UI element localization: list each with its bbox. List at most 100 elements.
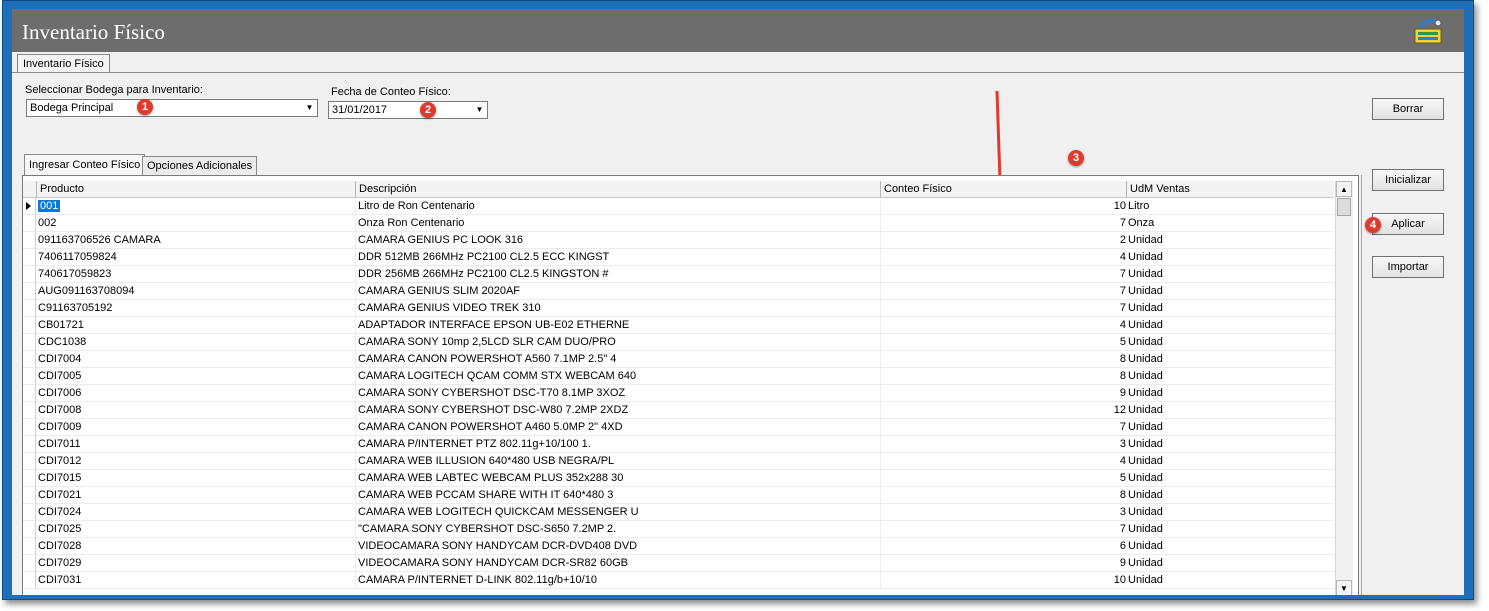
cell-producto[interactable]: CDI7006 — [36, 385, 354, 401]
table-row[interactable]: CDI7005 CAMARA LOGITECH QCAM COMM STX WEB… — [23, 368, 1334, 385]
column-header-conteo[interactable]: Conteo Físico — [880, 181, 1126, 197]
cell-udm[interactable]: Unidad — [1126, 334, 1328, 350]
cell-conteo[interactable]: 5 — [880, 334, 1130, 350]
chevron-down-icon[interactable]: ▼ — [302, 100, 317, 116]
cell-conteo[interactable]: 3 — [880, 436, 1130, 452]
row-indicator[interactable] — [23, 317, 36, 334]
cell-udm[interactable]: Unidad — [1126, 249, 1328, 265]
row-indicator[interactable] — [23, 487, 36, 504]
cell-conteo[interactable]: 9 — [880, 555, 1130, 571]
row-indicator[interactable] — [23, 368, 36, 385]
table-row[interactable]: CDI7031 CAMARA P/INTERNET D-LINK 802.11g/… — [23, 572, 1334, 589]
cell-producto[interactable]: CDI7029 — [36, 555, 354, 571]
table-row[interactable]: CDC1038 CAMARA SONY 10mp 2,5LCD SLR CAM D… — [23, 334, 1334, 351]
cell-conteo[interactable]: 5 — [880, 470, 1130, 486]
cell-descripcion[interactable]: CAMARA WEB LOGITECH QUICKCAM MESSENGER U — [355, 504, 878, 520]
row-indicator[interactable] — [23, 232, 36, 249]
cell-producto[interactable]: 002 — [36, 215, 354, 231]
cell-descripcion[interactable]: DDR 512MB 266MHz PC2100 CL2.5 ECC KINGST — [355, 249, 878, 265]
cell-conteo[interactable]: 8 — [880, 487, 1130, 503]
cell-producto[interactable]: CDI7028 — [36, 538, 354, 554]
cell-producto[interactable]: 740617059823 — [36, 266, 354, 282]
cell-descripcion[interactable]: CAMARA WEB ILLUSION 640*480 USB NEGRA/PL — [355, 453, 878, 469]
cell-descripcion[interactable]: Litro de Ron Centenario — [355, 198, 878, 214]
row-indicator[interactable] — [23, 521, 36, 538]
chevron-down-icon[interactable]: ▼ — [472, 102, 487, 118]
cell-producto[interactable]: CDI7011 — [36, 436, 354, 452]
cell-producto[interactable]: CDI7004 — [36, 351, 354, 367]
cell-descripcion[interactable]: CAMARA WEB LABTEC WEBCAM PLUS 352x288 30 — [355, 470, 878, 486]
row-indicator[interactable] — [23, 351, 36, 368]
column-header-producto[interactable]: Producto — [36, 181, 355, 197]
cell-descripcion[interactable]: DDR 256MB 266MHz PC2100 CL2.5 KINGSTON # — [355, 266, 878, 282]
table-row[interactable]: CDI7025 "CAMARA SONY CYBERSHOT DSC-S650 7… — [23, 521, 1334, 538]
column-header-descripcion[interactable]: Descripción — [355, 181, 880, 197]
table-row[interactable]: 091163706526 CAMARA CAMARA GENIUS PC LOOK… — [23, 232, 1334, 249]
row-indicator[interactable] — [23, 470, 36, 487]
table-row[interactable]: CDI7029 VIDEOCAMARA SONY HANDYCAM DCR-SR8… — [23, 555, 1334, 572]
cell-udm[interactable]: Unidad — [1126, 453, 1328, 469]
row-indicator[interactable] — [23, 300, 36, 317]
row-indicator[interactable] — [23, 402, 36, 419]
row-indicator[interactable] — [23, 385, 36, 402]
cell-descripcion[interactable]: VIDEOCAMARA SONY HANDYCAM DCR-DVD408 DVD — [355, 538, 878, 554]
cell-producto[interactable]: 7406117059824 — [36, 249, 354, 265]
scroll-thumb[interactable] — [1337, 198, 1351, 216]
aplicar-button[interactable]: Aplicar — [1372, 213, 1444, 235]
cell-udm[interactable]: Unidad — [1126, 521, 1328, 537]
cell-producto[interactable]: CDI7025 — [36, 521, 354, 537]
cell-producto[interactable]: CDI7015 — [36, 470, 354, 486]
cell-descripcion[interactable]: "CAMARA SONY CYBERSHOT DSC-S650 7.2MP 2. — [355, 521, 878, 537]
cell-producto[interactable]: CDI7009 — [36, 419, 354, 435]
row-indicator[interactable] — [23, 283, 36, 300]
cell-udm[interactable]: Unidad — [1126, 538, 1328, 554]
cell-conteo[interactable]: 9 — [880, 385, 1130, 401]
table-row[interactable]: CDI7009 CAMARA CANON POWERSHOT A460 5.0MP… — [23, 419, 1334, 436]
table-row[interactable]: CDI7011 CAMARA P/INTERNET PTZ 802.11g+10/… — [23, 436, 1334, 453]
cell-udm[interactable]: Unidad — [1126, 385, 1328, 401]
cell-descripcion[interactable]: CAMARA SONY CYBERSHOT DSC-T70 8.1MP 3XOZ — [355, 385, 878, 401]
cell-udm[interactable]: Unidad — [1126, 436, 1328, 452]
table-row[interactable]: AUG091163708094 CAMARA GENIUS SLIM 2020AF… — [23, 283, 1334, 300]
cell-conteo[interactable]: 7 — [880, 283, 1130, 299]
row-indicator[interactable] — [23, 198, 36, 215]
cell-producto[interactable]: CDI7021 — [36, 487, 354, 503]
row-indicator[interactable] — [23, 436, 36, 453]
cell-udm[interactable]: Unidad — [1126, 300, 1328, 316]
cell-udm[interactable]: Unidad — [1126, 368, 1328, 384]
inicializar-button[interactable]: Inicializar — [1372, 169, 1444, 191]
tab-opciones-adicionales[interactable]: Opciones Adicionales — [142, 156, 258, 176]
cell-conteo[interactable]: 8 — [880, 351, 1130, 367]
cell-producto[interactable]: CDI7008 — [36, 402, 354, 418]
table-row[interactable]: C91163705192 CAMARA GENIUS VIDEO TREK 310… — [23, 300, 1334, 317]
cell-descripcion[interactable]: CAMARA GENIUS PC LOOK 316 — [355, 232, 878, 248]
cell-udm[interactable]: Unidad — [1126, 572, 1328, 588]
cell-descripcion[interactable]: VIDEOCAMARA SONY HANDYCAM DCR-SR82 60GB — [355, 555, 878, 571]
cell-producto[interactable]: CDI7012 — [36, 453, 354, 469]
cell-producto[interactable]: AUG091163708094 — [36, 283, 354, 299]
row-indicator[interactable] — [23, 572, 36, 589]
column-header-udm[interactable]: UdM Ventas — [1126, 181, 1334, 197]
cell-conteo[interactable]: 3 — [880, 504, 1130, 520]
cell-conteo[interactable]: 10 — [880, 572, 1130, 588]
cell-descripcion[interactable]: CAMARA GENIUS VIDEO TREK 310 — [355, 300, 878, 316]
cell-udm[interactable]: Unidad — [1126, 266, 1328, 282]
tab-inventario-fisico[interactable]: Inventario Físico — [17, 54, 110, 73]
table-row[interactable]: 001 Litro de Ron Centenario 10 Litro — [23, 198, 1334, 215]
cell-descripcion[interactable]: CAMARA GENIUS SLIM 2020AF — [355, 283, 878, 299]
vertical-scrollbar[interactable]: ▲ ▼ — [1335, 181, 1353, 595]
table-row[interactable]: CDI7008 CAMARA SONY CYBERSHOT DSC-W80 7.2… — [23, 402, 1334, 419]
cell-udm[interactable]: Unidad — [1126, 232, 1328, 248]
cell-descripcion[interactable]: CAMARA WEB PCCAM SHARE WITH IT 640*480 3 — [355, 487, 878, 503]
cell-udm[interactable]: Litro — [1126, 198, 1328, 214]
inventory-grid[interactable]: Producto Descripción Conteo Físico UdM V… — [22, 175, 1359, 595]
row-indicator[interactable] — [23, 334, 36, 351]
cell-producto[interactable]: CB01721 — [36, 317, 354, 333]
cell-descripcion[interactable]: CAMARA P/INTERNET D-LINK 802.11g/b+10/10 — [355, 572, 878, 588]
table-row[interactable]: CDI7015 CAMARA WEB LABTEC WEBCAM PLUS 352… — [23, 470, 1334, 487]
cell-producto[interactable]: CDI7024 — [36, 504, 354, 520]
cell-descripcion[interactable]: CAMARA CANON POWERSHOT A560 7.1MP 2.5" 4 — [355, 351, 878, 367]
cell-conteo[interactable]: 6 — [880, 538, 1130, 554]
cell-conteo[interactable]: 7 — [880, 419, 1130, 435]
row-indicator[interactable] — [23, 453, 36, 470]
